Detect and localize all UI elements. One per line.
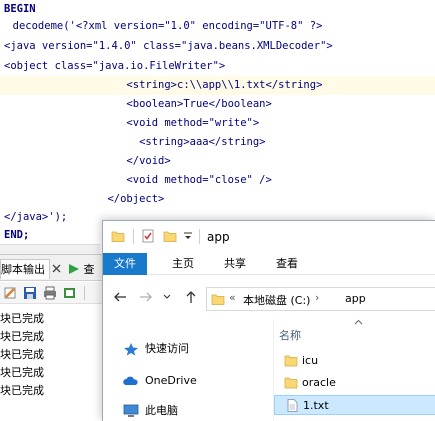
toolbar-divider xyxy=(84,286,85,300)
properties-icon[interactable] xyxy=(141,229,155,243)
code-line-current: <string>c:\\app\\1.txt</string> xyxy=(0,76,435,95)
output-line: 块已完成 xyxy=(0,312,44,325)
nav-item-label: 快速访问 xyxy=(145,342,189,355)
code-line: decodeme('<?xml version="1.0" encoding="… xyxy=(0,20,323,32)
pencil-icon[interactable] xyxy=(3,286,17,300)
tab-script-output-label: 脚本输出 xyxy=(1,263,45,276)
code-line: <void method="close" /> xyxy=(0,174,272,186)
code-line: <object class="java.io.FileWriter"> xyxy=(4,60,226,72)
file-row[interactable]: icu xyxy=(274,351,435,371)
tab-view[interactable]: 查看 xyxy=(269,253,305,275)
text-file-icon xyxy=(287,399,298,412)
titlebar-divider xyxy=(199,229,200,244)
output-toolbar xyxy=(0,282,102,304)
code-line: <void method="write"> xyxy=(0,117,260,129)
file-explorer-window: app 文件 主页 共享 查看 « 本地磁盘 (C:) › app 快速访问 O… xyxy=(102,220,435,421)
address-bar-row: « 本地磁盘 (C:) › app xyxy=(103,275,435,319)
nav-item-label: 此电脑 xyxy=(145,404,178,417)
code-line: END; xyxy=(4,229,30,241)
code-editor[interactable]: BEGIN decodeme('<?xml version="1.0" enco… xyxy=(0,0,435,244)
output-tab-strip: 脚本输出 查 xyxy=(0,255,102,281)
script-output-panel: 脚本输出 查 块已完成 块已完成 块已完成 块已完成 块已完成 xyxy=(0,254,102,421)
output-line: 块已完成 xyxy=(0,384,44,397)
breadcrumb-separator[interactable]: › xyxy=(315,291,319,304)
export-icon[interactable] xyxy=(63,286,77,300)
window-title: app xyxy=(207,230,230,244)
horizontal-scrollbar[interactable] xyxy=(0,244,100,254)
ribbon-tabs: 文件 主页 共享 查看 xyxy=(103,253,435,275)
file-row-selected[interactable]: 1.txt xyxy=(274,395,435,415)
star-icon xyxy=(124,343,138,356)
forward-arrow-icon[interactable] xyxy=(138,289,154,305)
code-line: <string>aaa</string> xyxy=(0,136,266,148)
code-line: <boolean>True</boolean> xyxy=(0,98,272,110)
navigation-pane: 快速访问 OneDrive 此电脑 xyxy=(103,319,273,421)
file-name: 1.txt xyxy=(303,399,329,412)
cloud-icon xyxy=(123,376,138,385)
folder-icon xyxy=(284,355,298,367)
print-icon[interactable] xyxy=(43,286,57,300)
column-header-name[interactable]: 名称 xyxy=(279,327,301,343)
save-icon[interactable] xyxy=(23,286,37,300)
file-list-pane: 名称 icu oracle 1.txt xyxy=(273,319,435,421)
collapse-chevron-icon[interactable] xyxy=(354,319,363,325)
code-line: </void> xyxy=(0,155,171,167)
breadcrumb-overflow[interactable]: « xyxy=(229,291,236,304)
folder-icon xyxy=(111,231,125,242)
tab-file[interactable]: 文件 xyxy=(103,253,147,275)
up-arrow-icon[interactable] xyxy=(183,289,199,305)
folder-icon xyxy=(284,377,298,389)
titlebar-divider xyxy=(133,229,134,244)
code-line: </object> xyxy=(0,193,165,205)
file-name: oracle xyxy=(302,376,336,389)
tab-script-output[interactable]: 脚本输出 xyxy=(0,259,50,279)
chevron-down-icon[interactable] xyxy=(183,229,193,243)
recent-locations-chevron-icon[interactable] xyxy=(162,289,172,305)
nav-item-label: OneDrive xyxy=(145,374,197,387)
computer-icon xyxy=(123,404,139,417)
folder-icon xyxy=(211,294,225,305)
code-line: </java>'); xyxy=(4,211,68,223)
tab-query-label: 查 xyxy=(83,263,95,276)
breadcrumb-drive[interactable]: 本地磁盘 (C:) xyxy=(243,292,310,308)
address-input[interactable]: « 本地磁盘 (C:) › app xyxy=(206,287,435,311)
file-row[interactable]: oracle xyxy=(274,373,435,393)
close-icon[interactable] xyxy=(52,264,61,273)
tab-share[interactable]: 共享 xyxy=(217,253,253,275)
output-line: 块已完成 xyxy=(0,366,44,379)
output-line: 块已完成 xyxy=(0,348,44,361)
title-bar: app xyxy=(103,221,435,253)
output-line: 块已完成 xyxy=(0,330,44,343)
file-name: icu xyxy=(302,354,319,367)
run-icon xyxy=(69,264,79,274)
tab-query-result[interactable]: 查 xyxy=(68,260,95,280)
back-arrow-icon[interactable] xyxy=(112,289,128,305)
code-line: <java version="1.4.0" class="java.beans.… xyxy=(4,40,333,52)
tab-home[interactable]: 主页 xyxy=(165,253,201,275)
breadcrumb-current-folder[interactable]: app xyxy=(345,292,366,305)
new-folder-icon[interactable] xyxy=(163,229,177,243)
